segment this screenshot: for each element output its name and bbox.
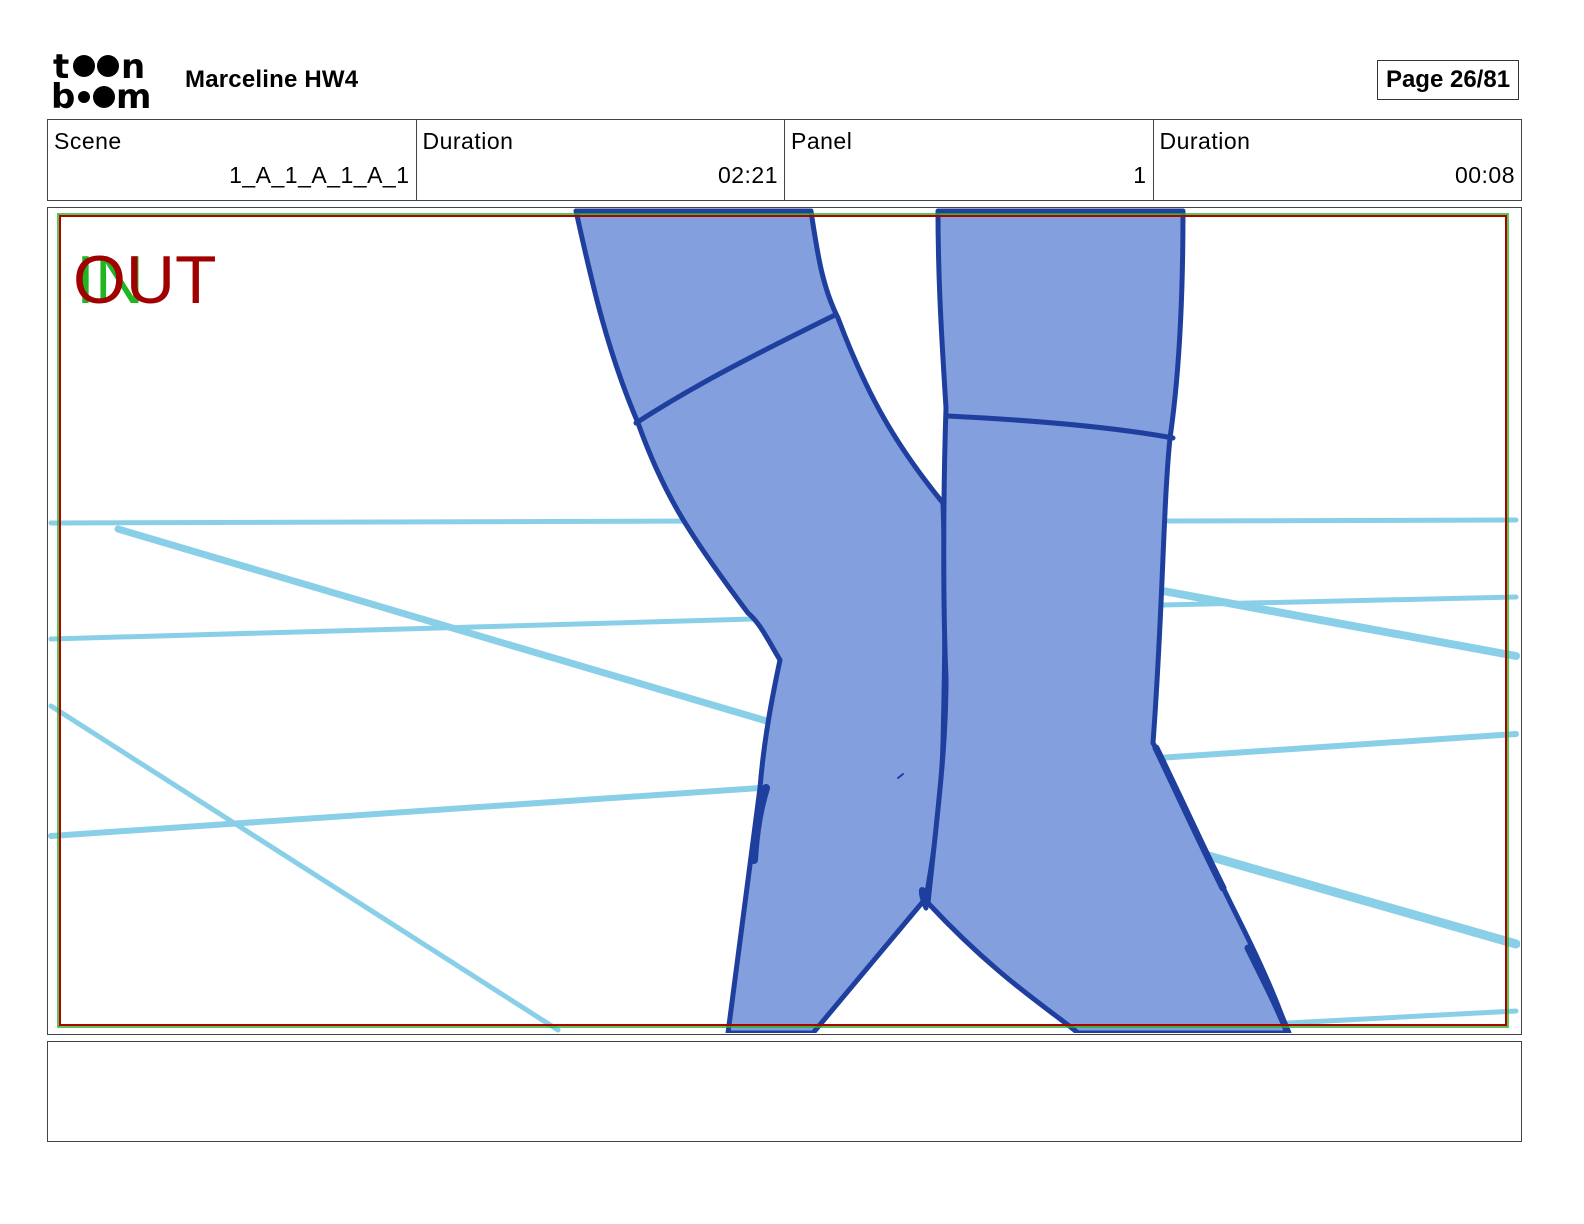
right-leg [925,208,1291,1033]
panel-duration-cell: Duration 00:08 [1154,120,1522,200]
project-title: Marceline HW4 [185,66,359,93]
logo-dot [93,86,115,108]
scene-duration-value: 02:21 [717,162,778,188]
panel-label: Panel [791,128,853,154]
scene-info-table: Scene 1_A_1_A_1_A_1 Duration 02:21 Panel… [47,119,1522,201]
panel-value: 1 [1133,162,1147,188]
guide-line [48,616,756,642]
guide-line [1165,517,1519,524]
out-marker: OUT [73,242,217,318]
guide-line [48,785,763,839]
panel-drawing: IN OUT [48,208,1520,1033]
logo-text-bottom: m [116,77,151,112]
panel-notes [47,1041,1522,1142]
guide-line [48,518,701,526]
panel-cell: Panel 1 [785,120,1154,200]
panel-duration-label: Duration [1159,128,1251,154]
storyboard-panel: IN OUT [47,207,1522,1035]
toon-boom-logo: t n b m [51,50,151,112]
scene-duration-cell: Duration 02:21 [417,120,785,200]
scene-label: Scene [54,128,122,154]
logo-dot [97,55,119,77]
scene-value: 1_A_1_A_1_A_1 [229,162,410,188]
panel-duration-value: 00:08 [1454,162,1515,188]
logo-text-bottom: b [51,77,75,112]
page-indicator: Page 26/81 [1377,60,1519,100]
scene-duration-label: Duration [422,128,514,154]
logo-dot [78,91,90,103]
guide-line [1285,1008,1519,1026]
guide-line [48,703,561,1033]
scene-cell: Scene 1_A_1_A_1_A_1 [48,120,417,200]
crotch-line [918,887,931,911]
guide-line [1155,731,1519,761]
logo-dot [73,55,95,77]
